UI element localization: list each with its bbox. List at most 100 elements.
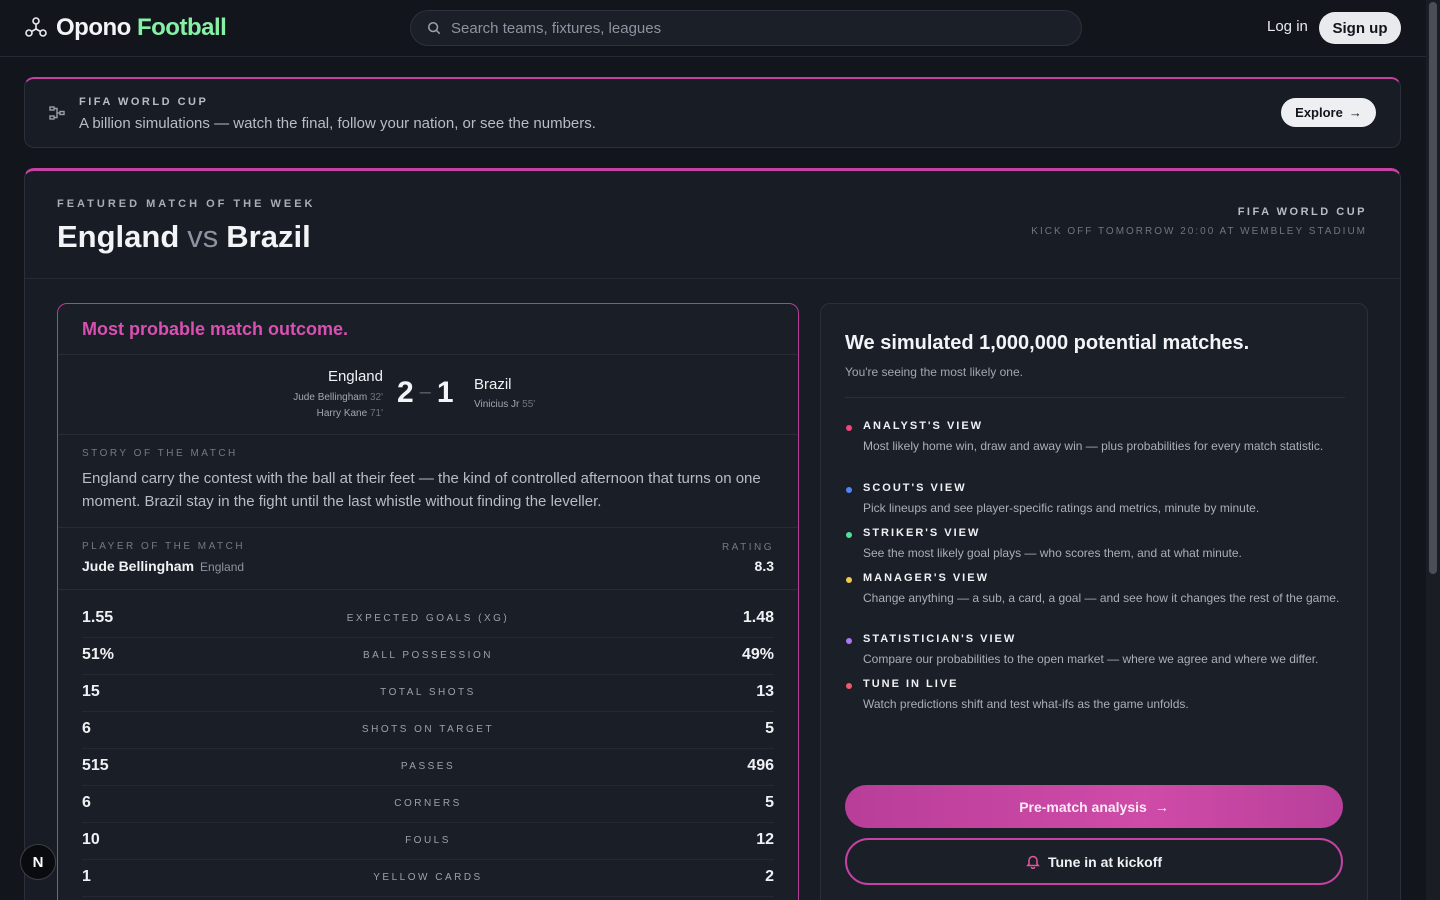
view-title: MANAGER'S VIEW [863,572,989,584]
view-title: STRIKER'S VIEW [863,527,981,539]
scoreline: England Jude Bellingham 32' Harry Kane 7… [58,356,798,436]
stat-label: SHOTS ON TARGET [361,724,495,735]
pre-match-analysis-button[interactable]: Pre-match analysis → [845,785,1343,828]
bullet-dot-icon [846,683,852,689]
view-title: TUNE IN LIVE [863,678,959,690]
scorer-name: Vinicius Jr [474,399,520,410]
explore-button[interactable]: Explore → [1281,98,1376,127]
view-description: See the most likely goal plays — who sco… [863,546,1242,560]
stat-row: 6 SHOTS ON TARGET 5 [82,712,774,749]
stat-label: CORNERS [394,798,462,809]
away-scorer: Vinicius Jr 55' [474,399,535,410]
banner-eyebrow: FIFA WORLD CUP [79,96,209,108]
stat-label: YELLOW CARDS [373,872,483,883]
view-description: Most likely home win, draw and away win … [863,439,1324,453]
simulation-subtitle: You're seeing the most likely one. [845,365,1023,379]
simulation-title: We simulated 1,000,000 potential matches… [845,332,1250,354]
bullet-dot-icon [846,577,852,583]
scorer-name: Harry Kane [316,408,368,419]
header-divider [25,278,1400,279]
logo[interactable]: Opono Football [24,14,227,42]
stat-label: FOULS [405,835,451,846]
stat-away-value: 5 [765,794,774,811]
tune-in-button[interactable]: Tune in at kickoff [845,838,1343,885]
search-input[interactable] [451,19,1051,37]
world-cup-banner: FIFA WORLD CUP A billion simulations — w… [24,77,1401,148]
stat-label: TOTAL SHOTS [380,687,476,698]
signup-button[interactable]: Sign up [1319,12,1401,44]
score: 2–1 [397,376,454,410]
login-link[interactable]: Log in [1267,18,1308,35]
stat-row: 1.55 EXPECTED GOALS (XG) 1.48 [82,601,774,638]
view-description: Pick lineups and see player-specific rat… [863,501,1260,515]
match-outcome-panel: Most probable match outcome. England Jud… [57,303,799,900]
simulation-panel: We simulated 1,000,000 potential matches… [820,303,1368,900]
n-badge-icon[interactable]: N [20,844,56,880]
scorer-name: Jude Bellingham [293,392,368,403]
scrollbar-thumb[interactable] [1429,2,1437,574]
bullet-dot-icon [846,425,852,431]
tune-in-label: Tune in at kickoff [1047,853,1163,870]
explore-label: Explore [1295,105,1343,120]
view-description: Watch predictions shift and test what-if… [863,697,1189,711]
stat-away-value: 2 [765,868,774,885]
arrow-right-icon: → [1154,798,1169,815]
story-text: England carry the contest with the ball … [82,470,761,510]
match-stats-table: 1.55 EXPECTED GOALS (XG) 1.48 51% BALL POSS… [82,601,774,897]
view-description: Change anything — a sub, a card, a goal … [863,591,1340,605]
match-title-away: Brazil [226,219,311,254]
stat-label: BALL POSSESSION [363,650,493,661]
stat-row: 51% BALL POSSESSION 49% [82,638,774,675]
score-divider [58,434,798,435]
match-title-vs: vs [187,219,219,254]
bell-icon [1026,855,1040,869]
player-of-match-label: PLAYER OF THE MATCH [82,541,246,552]
logo-text: Opono Football [56,14,227,42]
rating-value: 8.3 [754,558,774,574]
story-divider [58,527,798,528]
simulation-divider [845,397,1345,398]
view-title: ANALYST'S VIEW [863,420,984,432]
search-bar[interactable] [410,10,1082,46]
player-of-match-name: Jude Bellingham England [82,558,244,574]
potm-player: Jude Bellingham [82,558,195,574]
stat-row: 1 YELLOW CARDS 2 [82,860,774,897]
arrow-right-icon: → [1348,105,1362,120]
stat-label: PASSES [400,761,456,772]
score-separator: – [419,381,431,403]
view-description: Compare our probabilities to the open ma… [863,652,1319,666]
kickoff-info: KICK OFF TOMORROW 20:00 AT WEMBLEY STADI… [1031,226,1367,237]
outcome-divider [58,354,798,355]
scorer-minute: 32' [369,392,383,403]
bullet-dot-icon [846,487,852,493]
view-title: SCOUT'S VIEW [863,482,967,494]
stat-away-value: 1.48 [742,609,774,626]
bullet-dot-icon [846,638,852,644]
logo-text-accent: Football [136,14,227,41]
pre-match-analysis-label: Pre-match analysis [1019,798,1147,815]
potm-team: England [200,560,245,574]
home-team-name: England [327,368,383,385]
featured-eyebrow: FEATURED MATCH OF THE WEEK [57,198,316,210]
featured-match-card: FEATURED MATCH OF THE WEEK England vs Braz… [24,168,1401,900]
competition-name: FIFA WORLD CUP [1237,206,1367,218]
top-navigation-bar: Opono Football Log in Sign up [0,0,1426,57]
stat-away-value: 5 [765,720,774,737]
rating-label: RATING [721,542,774,553]
home-scorer: Harry Kane 71' [317,408,383,419]
stat-row: 515 PASSES 496 [82,749,774,786]
home-scorer: Jude Bellingham 32' [293,392,383,403]
potm-divider [58,589,798,590]
search-icon [427,21,441,35]
banner-text: A billion simulations — watch the final,… [79,115,596,132]
stat-row: 6 CORNERS 5 [82,786,774,823]
story-label: STORY OF THE MATCH [82,448,238,459]
stat-row: 10 FOULS 12 [82,823,774,860]
stat-away-value: 13 [756,683,774,700]
view-title: STATISTICIAN'S VIEW [863,633,1017,645]
football-network-icon [25,17,47,37]
away-team-name: Brazil [474,376,512,393]
scorer-minute: 55' [522,399,536,410]
bullet-dot-icon [846,532,852,538]
stat-row: 15 TOTAL SHOTS 13 [82,675,774,712]
